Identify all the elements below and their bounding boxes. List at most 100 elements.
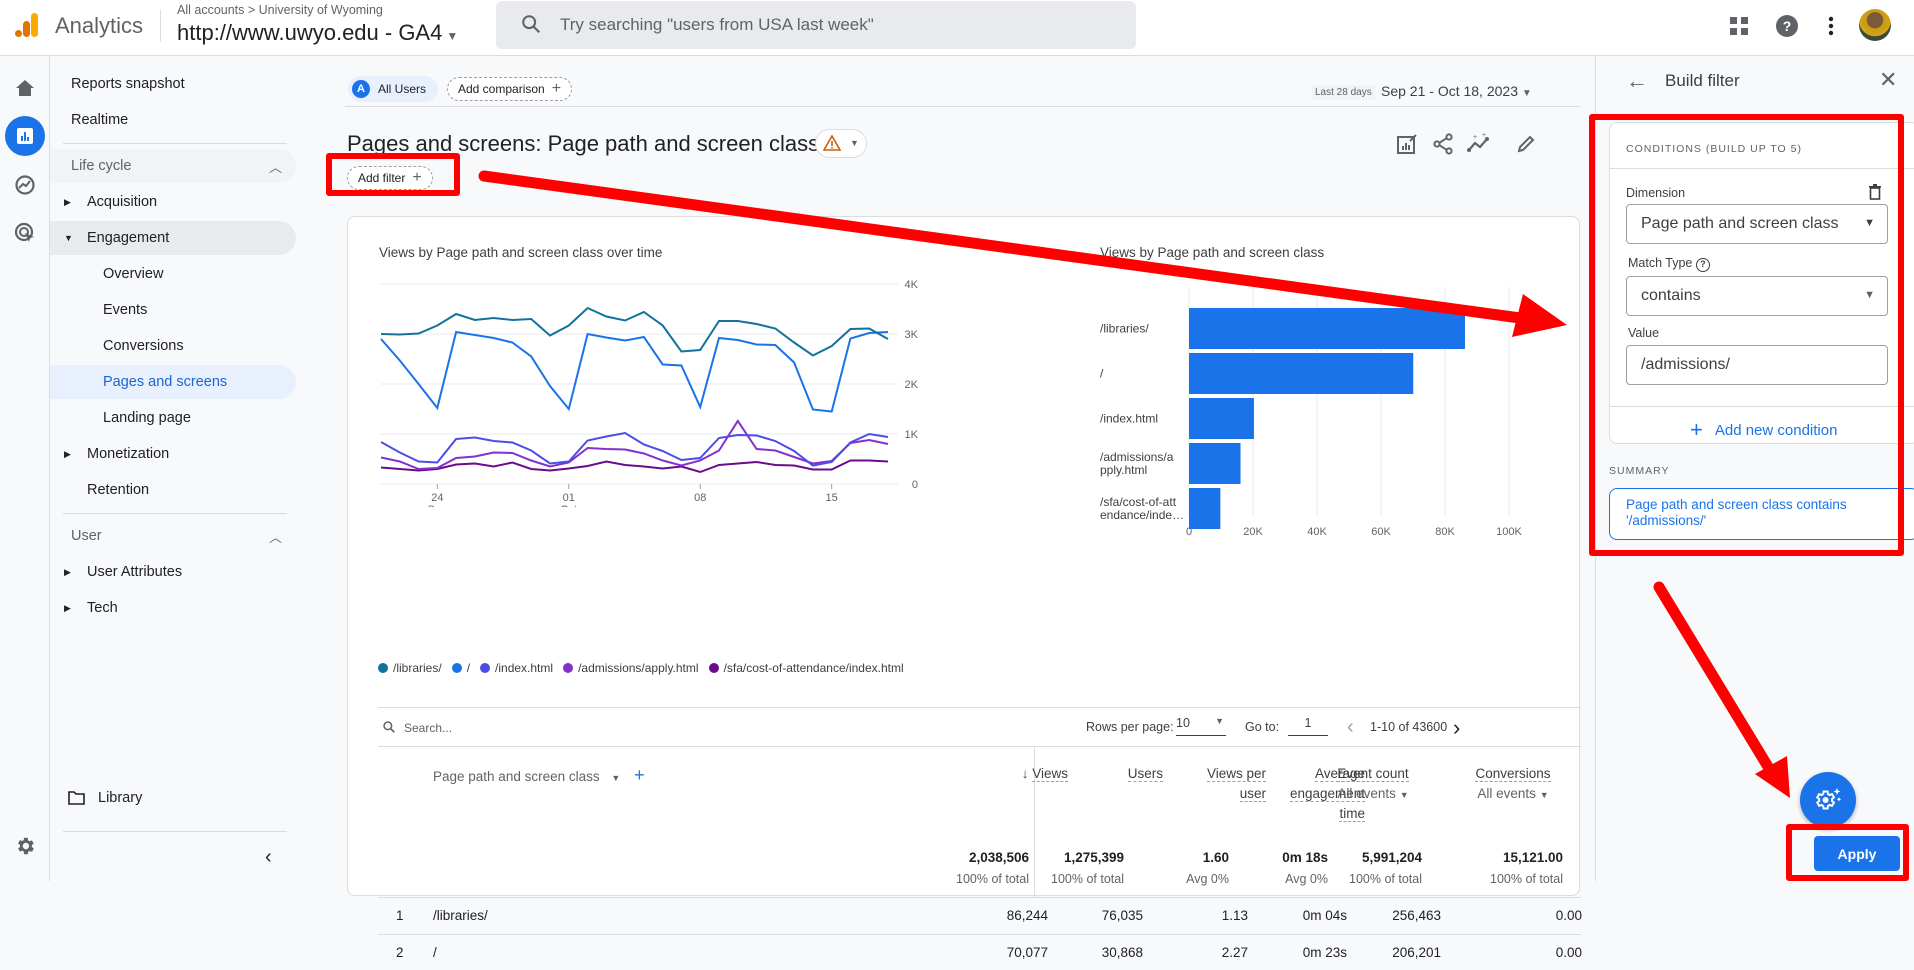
nav-events[interactable]: Events bbox=[50, 293, 296, 327]
conversion-filter-value: All events bbox=[1477, 786, 1536, 801]
legend-item[interactable]: /index.html bbox=[480, 661, 553, 675]
table-row[interactable]: 1/libraries/86,244 76,035 1.13 0m 04s 256,46… bbox=[378, 897, 1582, 933]
home-icon[interactable] bbox=[5, 68, 45, 108]
left-rail bbox=[0, 56, 50, 881]
analytics-assistant-button[interactable] bbox=[1800, 772, 1856, 828]
nav-landing-page[interactable]: Landing page bbox=[50, 401, 296, 435]
app-name: Analytics bbox=[55, 13, 144, 38]
y-tick-label: 0 bbox=[912, 479, 918, 491]
caret-down-icon: ▼ bbox=[611, 773, 621, 783]
nav-label: Acquisition bbox=[87, 194, 158, 210]
property-name: http://www.uwyo.edu - GA4 bbox=[177, 20, 443, 45]
top-bar: Analytics All accounts > University of W… bbox=[0, 0, 1914, 56]
help-icon[interactable]: ? bbox=[1775, 14, 1799, 38]
x-tick-label: 20K bbox=[1243, 526, 1263, 538]
settings-icon[interactable] bbox=[5, 826, 45, 866]
row-metric-value: 0m 04s bbox=[1302, 908, 1347, 923]
nav-acquisition[interactable]: ▶ Acquisition bbox=[50, 185, 296, 219]
advertising-icon[interactable] bbox=[5, 213, 45, 253]
row-page-path[interactable]: / bbox=[433, 945, 437, 960]
analytics-logo-icon[interactable] bbox=[12, 10, 42, 40]
customize-report-icon[interactable] bbox=[1393, 130, 1421, 158]
series-line[interactable] bbox=[380, 330, 889, 413]
rows-per-page-select[interactable]: 10 ▼ bbox=[1176, 716, 1226, 736]
nav-label: Retention bbox=[87, 482, 150, 498]
nav-conversions[interactable]: Conversions bbox=[50, 329, 296, 363]
nav-label: Realtime bbox=[71, 112, 129, 128]
legend-label: /libraries/ bbox=[393, 661, 442, 675]
series-line[interactable] bbox=[380, 419, 889, 471]
row-metric-value: 1.13 bbox=[1221, 908, 1248, 923]
search-icon bbox=[522, 15, 541, 34]
bar[interactable] bbox=[1189, 488, 1221, 529]
col-header-conversions[interactable]: Conversions All events ▼ bbox=[1218, 764, 1598, 805]
bar[interactable] bbox=[1189, 353, 1414, 394]
account-breadcrumb[interactable]: All accounts > University of Wyoming bbox=[177, 3, 383, 17]
line-chart-title: Views by Page path and screen class over… bbox=[379, 245, 663, 260]
row-metric-value: 0m 23s bbox=[1302, 945, 1347, 960]
bar[interactable] bbox=[1189, 443, 1241, 484]
nav-overview[interactable]: Overview bbox=[50, 257, 296, 291]
more-vert-icon[interactable] bbox=[1819, 14, 1843, 38]
close-icon[interactable]: ✕ bbox=[1879, 67, 1897, 93]
bar[interactable] bbox=[1189, 398, 1254, 439]
nav-section-user[interactable]: User ︿ bbox=[50, 519, 296, 553]
nav-library[interactable]: Library bbox=[50, 781, 296, 815]
add-comparison-button[interactable]: Add comparison + bbox=[447, 77, 573, 101]
legend-swatch bbox=[708, 663, 719, 673]
column-total: 5,991,204 bbox=[1361, 850, 1422, 865]
nav-tech[interactable]: ▶ Tech bbox=[50, 591, 296, 625]
conversion-filter-select[interactable]: All events ▼ bbox=[1477, 786, 1548, 801]
bar[interactable] bbox=[1189, 308, 1465, 349]
property-selector[interactable]: http://www.uwyo.edu - GA4 ▼ bbox=[177, 20, 458, 46]
avatar[interactable] bbox=[1859, 9, 1891, 41]
row-page-path[interactable]: /libraries/ bbox=[433, 908, 488, 923]
insights-icon[interactable]: + + bbox=[1465, 130, 1493, 158]
divider bbox=[345, 106, 1580, 107]
search-placeholder: Try searching "users from USA last week" bbox=[560, 15, 874, 34]
nav-retention[interactable]: Retention bbox=[50, 473, 296, 507]
y-tick-label: 3K bbox=[905, 329, 918, 341]
series-line[interactable] bbox=[380, 431, 889, 467]
legend-item[interactable]: /admissions/apply.html bbox=[563, 661, 699, 675]
table-row[interactable]: 2 / 70,077 30,868 2.27 0m 23s 206,201 0.00 bbox=[378, 934, 1582, 970]
col-header-label: time bbox=[1339, 806, 1365, 822]
next-page-button[interactable]: › bbox=[1453, 715, 1460, 741]
row-metric-value: 0.00 bbox=[1555, 945, 1582, 960]
explore-icon[interactable] bbox=[5, 165, 45, 205]
dimension-header[interactable]: Page path and screen class ▼ + bbox=[433, 765, 645, 788]
x-tick-label: 15 bbox=[826, 492, 838, 504]
nav-realtime[interactable]: Realtime bbox=[50, 103, 296, 137]
legend-item[interactable]: / bbox=[451, 661, 471, 675]
row-metric-value: 70,077 bbox=[1006, 945, 1048, 960]
back-arrow-icon[interactable]: ← bbox=[1626, 68, 1648, 94]
nav-monetization[interactable]: ▶ Monetization bbox=[50, 437, 296, 471]
search-bar[interactable]: Try searching "users from USA last week" bbox=[496, 1, 1136, 49]
nav-pages-and-screens[interactable]: Pages and screens bbox=[50, 365, 296, 399]
nav-engagement[interactable]: ▼ Engagement bbox=[50, 221, 296, 255]
nav-reports-snapshot[interactable]: Reports snapshot bbox=[50, 67, 296, 101]
legend-label: /admissions/apply.html bbox=[578, 661, 699, 675]
apps-grid-icon[interactable] bbox=[1727, 14, 1751, 38]
edit-pencil-icon[interactable] bbox=[1512, 130, 1540, 158]
gear-sparkle-icon bbox=[1815, 788, 1842, 810]
legend-item[interactable]: /libraries/ bbox=[378, 661, 442, 675]
line-chart-legend: /libraries/ / /index.html/admissions/apply… bbox=[378, 661, 904, 675]
column-total-pct: 100% of total bbox=[1349, 872, 1422, 886]
goto-input[interactable]: 1 bbox=[1288, 716, 1328, 736]
legend-item[interactable]: /sfa/cost-of-attendance/index.html bbox=[708, 661, 904, 675]
chevron-left-icon[interactable]: ‹ bbox=[265, 846, 272, 869]
date-range-picker[interactable]: Sep 21 - Oct 18, 2023 ▼ bbox=[1381, 83, 1532, 99]
x-tick-sublabel: Sep bbox=[428, 504, 448, 507]
share-icon[interactable] bbox=[1429, 130, 1457, 158]
prev-page-button[interactable]: ‹ bbox=[1347, 716, 1354, 739]
nav-label: Pages and screens bbox=[103, 374, 228, 390]
data-quality-menu[interactable]: ▼ bbox=[815, 129, 867, 158]
nav-user-attributes[interactable]: ▶ User Attributes bbox=[50, 555, 296, 589]
segment-chip-all-users[interactable]: A All Users bbox=[348, 76, 439, 102]
legend-label: / bbox=[466, 661, 471, 675]
segment-label: All Users bbox=[378, 82, 427, 96]
table-search[interactable]: Search... Rows per page: 10 ▼ Go to: 1 ‹ … bbox=[378, 707, 1581, 747]
reports-icon[interactable] bbox=[5, 116, 45, 156]
nav-section-life-cycle[interactable]: Life cycle ︿ bbox=[50, 149, 296, 183]
